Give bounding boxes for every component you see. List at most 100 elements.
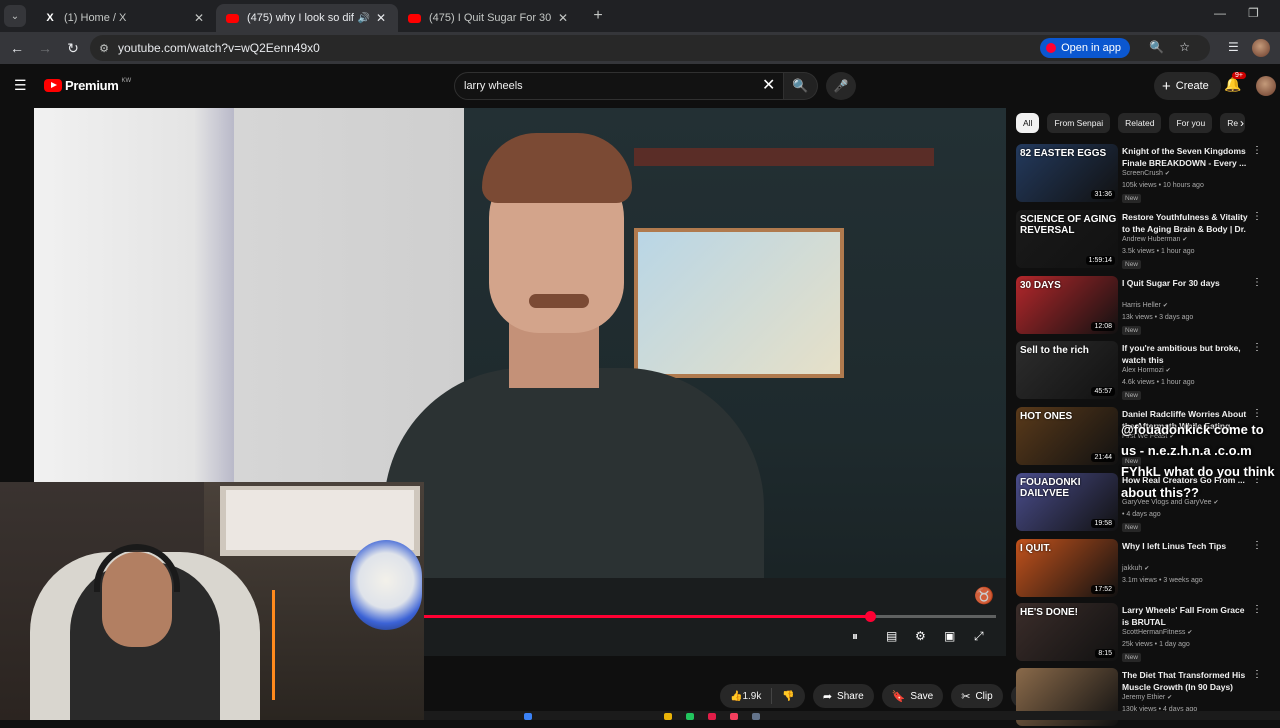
recommendation-item[interactable]: 30 DAYS 12:08 I Quit Sugar For 30 days Harr… <box>1014 272 1280 336</box>
recommendation-item[interactable]: HE'S DONE! 8:15 Larry Wheels' Fall From Gr… <box>1014 599 1280 663</box>
os-taskbar <box>424 711 1280 720</box>
recommendation-title[interactable]: Larry Wheels' Fall From Grace is BRUTAL <box>1122 604 1252 628</box>
address-bar[interactable]: ⚙ youtube.com/watch?v=wQ2Eenn49x0 Open i… <box>90 35 1210 61</box>
search-button[interactable]: 🔍 <box>784 72 818 100</box>
more-vertical-icon[interactable]: ⋮ <box>1252 145 1262 156</box>
tab-search-button[interactable]: ⌄ <box>4 5 26 27</box>
recommendation-item[interactable]: Sell to the rich 45:57 If you're ambitious… <box>1014 337 1280 401</box>
channel-name[interactable]: Jeremy Ethier ✔ <box>1122 694 1172 701</box>
browser-profile-avatar[interactable] <box>1252 39 1270 57</box>
more-vertical-icon[interactable]: ⋮ <box>1252 211 1262 222</box>
account-avatar[interactable] <box>1256 76 1276 96</box>
tab-search-icon[interactable]: ☰ <box>1228 40 1239 54</box>
x-logo-icon: X <box>46 12 54 24</box>
taskbar-app-icon[interactable] <box>730 713 738 720</box>
progress-bar[interactable] <box>424 611 996 622</box>
autoplay-toggle-icon[interactable]: ⏸ <box>852 629 858 644</box>
restore-icon[interactable]: ❐ <box>1248 6 1259 20</box>
more-vertical-icon[interactable]: ⋮ <box>1252 408 1262 419</box>
taskbar-app-icon[interactable] <box>708 713 716 720</box>
search-input[interactable]: larry wheels <box>454 72 784 100</box>
more-vertical-icon[interactable]: ⋮ <box>1252 277 1262 288</box>
channel-name[interactable]: ScottHermanFitness ✔ <box>1122 629 1192 636</box>
fullscreen-icon[interactable]: ⤢ <box>974 629 984 644</box>
settings-gear-icon[interactable]: ⚙ <box>915 629 926 643</box>
reload-icon[interactable]: ↻ <box>59 40 87 57</box>
channel-name[interactable]: ScreenCrush ✔ <box>1122 170 1170 177</box>
like-button[interactable]: 👍 1.9k <box>720 691 771 702</box>
browser-tab-sugar-video[interactable]: (475) I Quit Sugar For 30 days ✕ <box>398 4 580 32</box>
verified-check-icon: ✔ <box>1182 237 1188 243</box>
recommendation-title[interactable]: Knight of the Seven Kingdoms Finale BREA… <box>1122 145 1252 169</box>
chip-related[interactable]: Related <box>1118 113 1162 133</box>
channel-name[interactable]: Alex Hormozi ✔ <box>1122 367 1171 374</box>
verified-check-icon: ✔ <box>1164 171 1170 177</box>
url-text[interactable]: youtube.com/watch?v=wQ2Eenn49x0 <box>118 41 320 55</box>
save-button[interactable]: 🔖 Save <box>881 684 944 708</box>
more-vertical-icon[interactable]: ⋮ <box>1252 342 1262 353</box>
voice-search-button[interactable]: 🎤 <box>826 72 856 100</box>
back-icon[interactable]: ← <box>3 40 31 56</box>
minimize-icon[interactable]: — <box>1214 6 1226 20</box>
video-thumbnail[interactable]: I QUIT. 17:52 <box>1016 539 1118 597</box>
bookmark-star-icon[interactable]: ☆ <box>1179 40 1190 54</box>
chip-all[interactable]: All <box>1016 113 1040 133</box>
channel-name[interactable]: Harris Heller ✔ <box>1122 302 1168 309</box>
video-thumbnail[interactable]: FOUADONKI DAILYVEE 19:58 <box>1016 473 1118 531</box>
video-thumbnail[interactable]: Sell to the rich 45:57 <box>1016 341 1118 399</box>
recommendation-title[interactable]: I Quit Sugar For 30 days <box>1122 277 1252 289</box>
chip-for-you[interactable]: For you <box>1169 113 1213 133</box>
more-vertical-icon[interactable]: ⋮ <box>1252 604 1262 615</box>
close-icon[interactable]: ✕ <box>556 11 570 25</box>
miniplayer-icon[interactable]: ▣ <box>944 629 955 643</box>
progress-scrubber[interactable] <box>865 611 876 622</box>
channel-name[interactable]: jakkuh ✔ <box>1122 565 1149 572</box>
more-vertical-icon[interactable]: ⋮ <box>1252 540 1262 551</box>
recommendation-title[interactable]: If you're ambitious but broke, watch thi… <box>1122 342 1252 366</box>
site-info-icon[interactable]: ⚙ <box>90 42 118 55</box>
open-in-app-button[interactable]: Open in app <box>1040 38 1130 58</box>
dislike-button[interactable]: 👎 <box>772 691 804 702</box>
video-thumbnail[interactable]: 30 DAYS 12:08 <box>1016 276 1118 334</box>
chip-from-senpai[interactable]: From Senpai <box>1047 113 1111 133</box>
video-thumbnail[interactable]: HOT ONES 21:44 <box>1016 407 1118 465</box>
video-thumbnail[interactable]: 82 EASTER EGGS 31:36 <box>1016 144 1118 202</box>
speaker-icon[interactable]: 🔊 <box>358 13 370 24</box>
video-thumbnail[interactable]: SCIENCE OF AGING REVERSAL 1:59:14 <box>1016 210 1118 268</box>
clear-search-icon[interactable]: ✕ <box>762 75 775 95</box>
verified-check-icon: ✔ <box>1187 630 1193 636</box>
new-badge: New <box>1122 653 1142 662</box>
channel-watermark-icon[interactable]: ♉ <box>974 586 994 606</box>
chevron-down-icon: ⌄ <box>10 10 20 22</box>
browser-tab-x[interactable]: X (1) Home / X ✕ <box>34 4 216 32</box>
close-icon[interactable]: ✕ <box>192 11 206 25</box>
close-icon[interactable]: ✕ <box>374 11 388 25</box>
taskbar-app-icon[interactable] <box>752 713 760 720</box>
youtube-play-icon <box>44 79 62 92</box>
menu-icon[interactable]: ☰ <box>14 77 28 94</box>
share-button[interactable]: ➦ Share <box>812 684 874 708</box>
new-tab-button[interactable]: + <box>586 7 610 25</box>
forward-icon[interactable]: → <box>31 40 59 56</box>
taskbar-app-icon[interactable] <box>524 713 532 720</box>
recommendation-title[interactable]: Restore Youthfulness & Vitality to the A… <box>1122 211 1252 235</box>
subtitles-icon[interactable]: ▤ <box>886 629 897 643</box>
more-vertical-icon[interactable]: ⋮ <box>1252 669 1262 680</box>
video-thumbnail[interactable]: HE'S DONE! 8:15 <box>1016 603 1118 661</box>
taskbar-app-icon[interactable] <box>686 713 694 720</box>
recommendation-title[interactable]: Why I left Linus Tech Tips <box>1122 540 1252 552</box>
recommendation-item[interactable]: SCIENCE OF AGING REVERSAL 1:59:14 Restore … <box>1014 206 1280 270</box>
recommendation-item[interactable]: I QUIT. 17:52 Why I left Linus Tech Tips ja… <box>1014 535 1280 599</box>
create-button[interactable]: + Create <box>1154 72 1221 100</box>
zoom-icon[interactable]: 🔍 <box>1149 40 1164 54</box>
view-count-age: 13k views • 3 days ago <box>1122 314 1194 321</box>
chevron-right-icon[interactable]: › <box>1240 116 1244 130</box>
browser-tab-active-video[interactable]: (475) why I look so differen 🔊 ✕ <box>216 4 398 32</box>
recommendation-item[interactable]: 82 EASTER EGGS 31:36 Knight of the Seven K… <box>1014 140 1280 204</box>
youtube-logo[interactable]: Premium KW <box>44 78 131 93</box>
clip-button[interactable]: ✂ Clip <box>951 684 1003 708</box>
share-icon: ➦ <box>822 690 833 703</box>
taskbar-folder-icon[interactable] <box>664 713 672 720</box>
recommendation-title[interactable]: The Diet That Transformed His Muscle Gro… <box>1122 669 1252 693</box>
channel-name[interactable]: Andrew Huberman ✔ <box>1122 236 1187 243</box>
